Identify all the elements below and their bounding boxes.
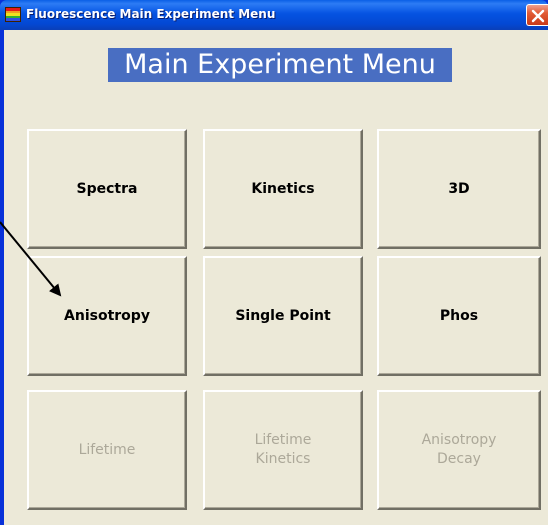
spectra-button[interactable]: Spectra [27,129,187,249]
title-bar[interactable]: Fluorescence Main Experiment Menu [0,0,548,30]
close-icon [531,9,545,23]
single-point-button[interactable]: Single Point [203,256,363,376]
lifetime-kinetics-button[interactable]: Lifetime Kinetics [203,390,363,510]
anisotropy-decay-button[interactable]: Anisotropy Decay [377,390,541,510]
lifetime-button[interactable]: Lifetime [27,390,187,510]
3d-button[interactable]: 3D [377,129,541,249]
phos-button[interactable]: Phos [377,256,541,376]
rainbow-app-icon [5,7,21,22]
kinetics-button[interactable]: Kinetics [203,129,363,249]
main-experiment-menu-window: Fluorescence Main Experiment Menu Main E… [0,0,548,525]
close-button[interactable] [526,4,548,26]
window-title: Fluorescence Main Experiment Menu [26,7,276,21]
anisotropy-button[interactable]: Anisotropy [27,256,187,376]
menu-heading: Main Experiment Menu [108,48,452,82]
